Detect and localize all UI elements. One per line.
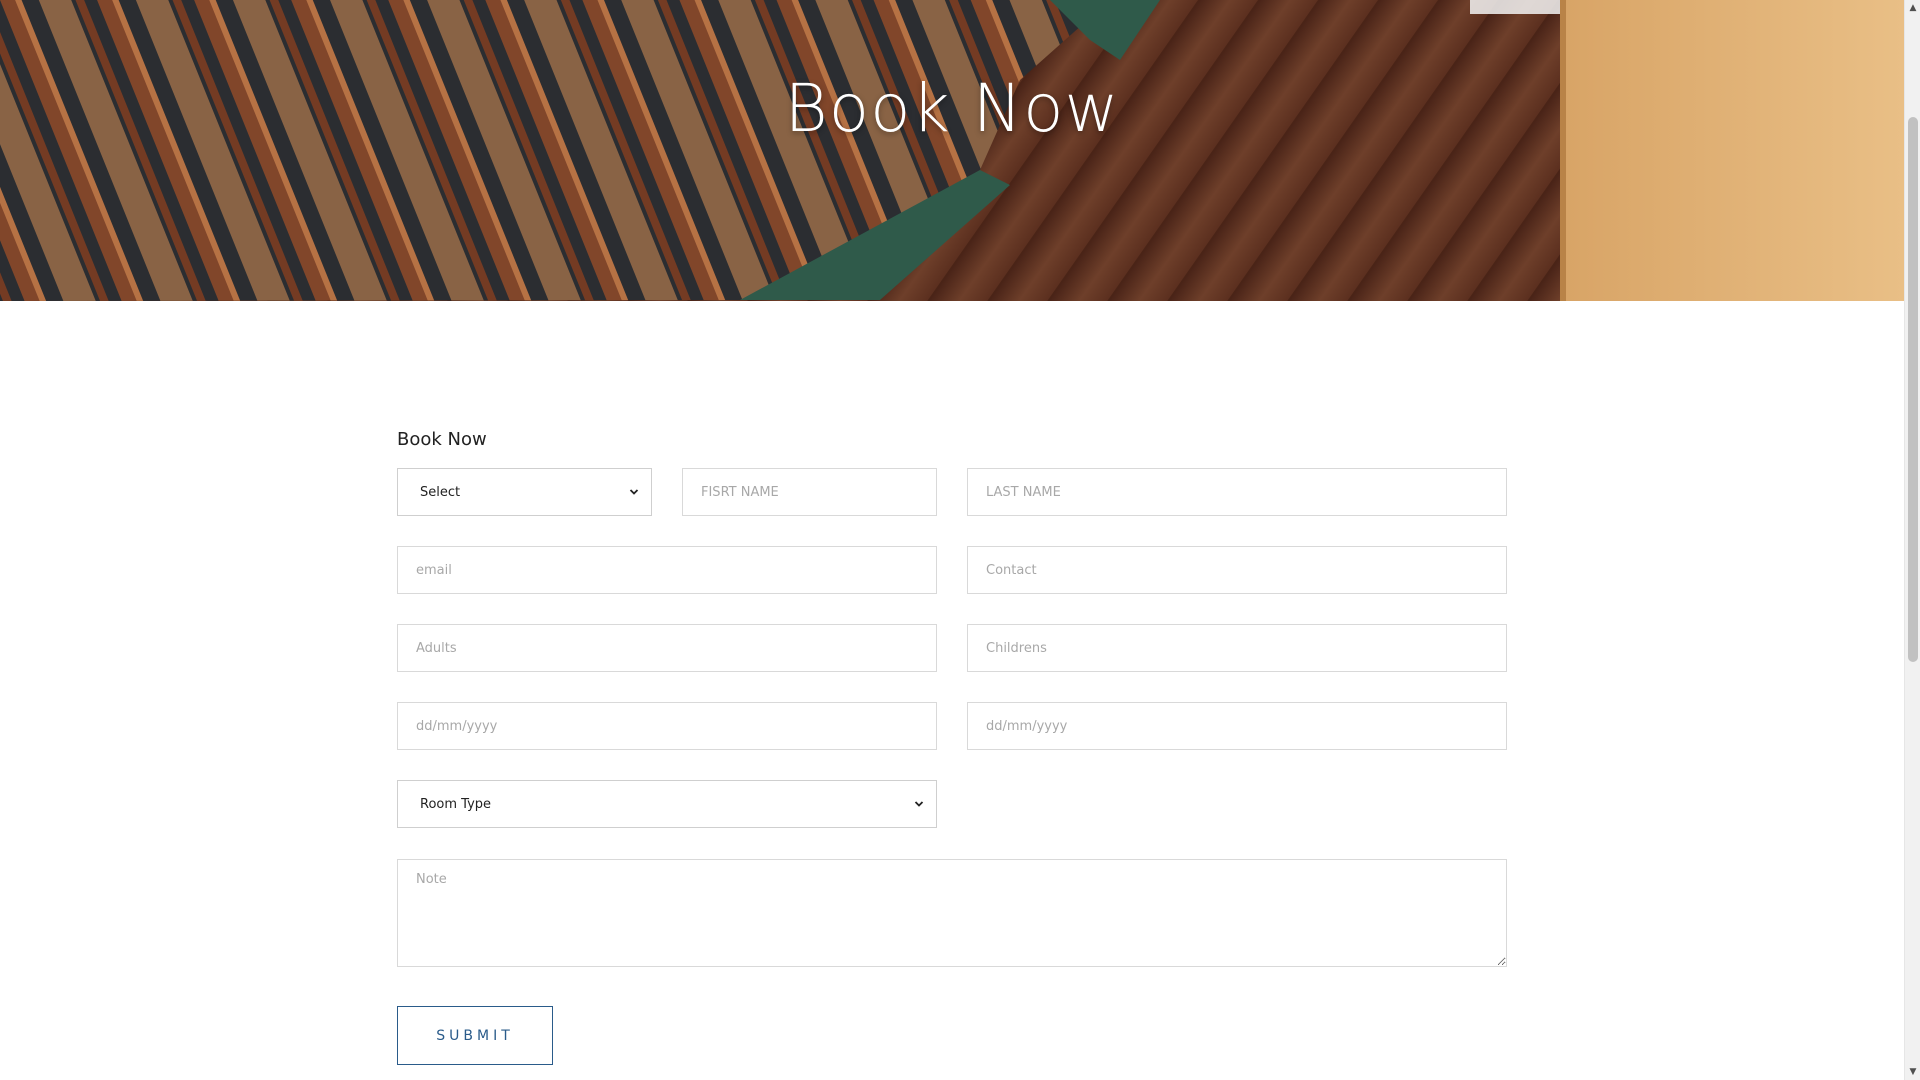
scroll-down-arrow-icon[interactable]: ▼ <box>1905 1064 1920 1080</box>
first-name-input[interactable] <box>682 468 937 516</box>
form-title: Book Now <box>397 429 487 450</box>
childrens-input[interactable] <box>967 624 1507 672</box>
salutation-select[interactable]: Select <box>397 468 652 516</box>
email-input[interactable] <box>397 546 937 594</box>
hero-title: Book Now <box>784 70 1120 147</box>
check-in-date-input[interactable] <box>397 702 937 750</box>
page: Book Now Book Now Select Room Type SUBMI… <box>0 0 1920 1080</box>
check-out-date-input[interactable] <box>967 702 1507 750</box>
scrollbar-thumb[interactable] <box>1908 117 1918 662</box>
contact-input[interactable] <box>967 546 1507 594</box>
chevron-down-icon <box>629 489 639 495</box>
page-scrollbar[interactable]: ▲ ▼ <box>1904 0 1920 1080</box>
adults-input[interactable] <box>397 624 937 672</box>
last-name-input[interactable] <box>967 468 1507 516</box>
salutation-select-value: Select <box>420 484 461 500</box>
hero-background-image <box>0 0 1904 301</box>
room-type-select-value: Room Type <box>420 796 492 812</box>
submit-button[interactable]: SUBMIT <box>397 1006 553 1065</box>
hero-banner: Book Now <box>0 0 1904 301</box>
chevron-down-icon <box>914 801 924 807</box>
note-textarea[interactable] <box>397 859 1507 967</box>
room-type-select[interactable]: Room Type <box>397 780 937 828</box>
scroll-up-arrow-icon[interactable]: ▲ <box>1905 0 1920 16</box>
